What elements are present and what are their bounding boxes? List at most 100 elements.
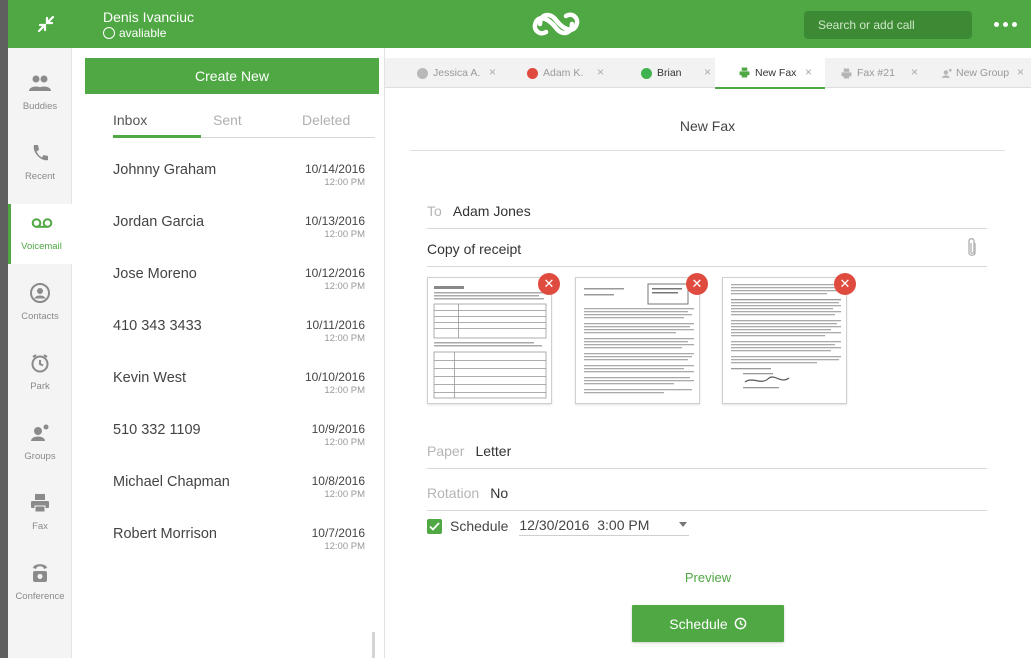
schedule-row: Schedule 12/30/2016 3:00 PM — [427, 515, 690, 537]
voicemail-item[interactable]: Jordan Garcia 10/13/2016 12:00 PM — [113, 208, 365, 260]
group-icon — [942, 68, 952, 78]
dot-icon — [993, 21, 999, 27]
nav-label: Buddies — [22, 101, 58, 112]
search-input[interactable]: Search or add call — [804, 11, 972, 39]
nav-item-recent[interactable]: Recent — [8, 134, 72, 194]
chevron-down-icon — [679, 522, 688, 527]
nav-item-voicemail[interactable]: Voicemail — [8, 204, 72, 264]
more-menu-button[interactable] — [990, 14, 1020, 34]
close-icon[interactable]: × — [805, 65, 812, 79]
voicemail-date: 10/14/2016 — [304, 162, 365, 176]
paperclip-icon[interactable] — [965, 237, 979, 259]
close-icon[interactable]: × — [489, 65, 496, 79]
tab-sent[interactable]: Sent — [213, 112, 242, 128]
conference-icon — [27, 560, 53, 586]
nav-item-buddies[interactable]: Buddies — [8, 64, 72, 124]
voicemail-item[interactable]: 410 343 3433 10/11/2016 12:00 PM — [113, 312, 365, 364]
voicemail-item[interactable]: Johnny Graham 10/14/2016 12:00 PM — [113, 156, 365, 208]
nav-item-fax[interactable]: Fax — [8, 484, 72, 544]
tab-fax-21[interactable]: Fax #21 × — [825, 58, 925, 88]
attachment-thumbnail[interactable] — [427, 277, 552, 404]
nav-label: Conference — [15, 591, 65, 602]
close-icon[interactable]: × — [704, 65, 711, 79]
tab-brian[interactable]: Brian × — [641, 58, 713, 88]
nav-label: Park — [30, 381, 50, 392]
voicemail-caller: Robert Morrison — [113, 526, 217, 542]
preview-link[interactable]: Preview — [632, 570, 784, 585]
phone-icon — [27, 140, 53, 166]
close-icon[interactable]: × — [1017, 65, 1024, 79]
voicemail-caller: Jordan Garcia — [113, 214, 205, 230]
rotation-label: Rotation — [427, 485, 480, 501]
schedule-datetime-select[interactable]: 12/30/2016 3:00 PM — [519, 516, 690, 536]
tab-inbox[interactable]: Inbox — [113, 112, 147, 128]
left-nav: Buddies Recent Voicemail Contacts Park G… — [8, 48, 72, 658]
rotation-field[interactable]: Rotation No — [427, 481, 987, 511]
tab-label: New Fax — [755, 66, 797, 79]
voicemail-caller: Jose Moreno — [113, 266, 197, 282]
nav-item-park[interactable]: Park — [8, 344, 72, 404]
tab-deleted[interactable]: Deleted — [302, 112, 350, 128]
voicemail-panel: Create New Inbox Sent Deleted Johnny Gra… — [85, 58, 379, 658]
tab-label: Brian — [657, 67, 682, 79]
voicemail-date: 10/9/2016 — [311, 422, 365, 436]
presence-icon — [641, 67, 652, 79]
user-status[interactable]: avaliable — [103, 26, 194, 40]
fax-icon — [841, 68, 852, 78]
paper-label: Paper — [427, 443, 465, 459]
status-dot-icon — [103, 27, 115, 39]
schedule-button[interactable]: Schedule — [632, 605, 784, 642]
tab-jessica[interactable]: Jessica A. × — [417, 58, 527, 88]
voicemail-caller: Kevin West — [113, 370, 187, 386]
attachment-thumbnail[interactable] — [575, 277, 700, 404]
close-icon[interactable]: × — [597, 65, 604, 79]
voicemail-caller: Johnny Graham — [113, 162, 217, 178]
remove-attachment-button[interactable]: ✕ — [834, 273, 856, 295]
nav-item-groups[interactable]: Groups — [8, 414, 72, 474]
voicemail-item[interactable]: Kevin West 10/10/2016 12:00 PM — [113, 364, 365, 416]
paper-field[interactable]: Paper Letter — [427, 439, 987, 469]
schedule-checkbox[interactable] — [427, 518, 442, 534]
voicemail-item[interactable]: Michael Chapman 10/8/2016 12:00 PM — [113, 468, 365, 520]
nav-label: Contacts — [21, 311, 59, 322]
page-title: New Fax — [679, 118, 736, 134]
create-new-button[interactable]: Create New — [85, 58, 379, 94]
nav-label: Voicemail — [21, 241, 62, 252]
subject-field[interactable]: Copy of receipt — [427, 237, 987, 267]
voicemail-caller: 410 343 3433 — [113, 318, 202, 334]
nav-item-contacts[interactable]: Contacts — [8, 274, 72, 334]
scrollbar[interactable] — [372, 632, 375, 658]
contact-icon — [27, 280, 53, 306]
user-name: Denis Ivanciuc — [103, 9, 195, 25]
schedule-datetime-value: 12/30/2016 3:00 PM — [519, 516, 650, 533]
voicemail-caller: Michael Chapman — [113, 474, 230, 490]
busy-icon — [527, 67, 538, 79]
collapse-button[interactable] — [8, 0, 84, 48]
remove-attachment-button[interactable]: ✕ — [538, 273, 560, 295]
remove-attachment-button[interactable]: ✕ — [686, 273, 708, 295]
tab-new-fax[interactable]: New Fax × — [715, 58, 825, 89]
tab-new-group[interactable]: New Group × — [931, 58, 1031, 88]
buddies-icon — [27, 70, 53, 96]
close-icon[interactable]: × — [911, 65, 918, 79]
voicemail-date: 10/12/2016 — [304, 266, 365, 280]
voicemail-icon — [29, 210, 55, 236]
schedule-label: Schedule — [450, 518, 509, 534]
voicemail-item[interactable]: Robert Morrison 10/7/2016 12:00 PM — [113, 520, 365, 572]
voicemail-tabs: Inbox Sent Deleted — [113, 106, 375, 138]
tab-adam[interactable]: Adam K. × — [527, 58, 612, 88]
voicemail-date: 10/7/2016 — [311, 526, 365, 540]
nav-item-conference[interactable]: Conference — [8, 554, 72, 614]
document-preview-icon — [731, 284, 841, 389]
to-field[interactable]: To Adam Jones — [427, 199, 987, 229]
clock-icon — [734, 617, 747, 630]
voicemail-item[interactable]: 510 332 1109 10/9/2016 12:00 PM — [113, 416, 365, 468]
schedule-button-label: Schedule — [669, 615, 728, 632]
attachment-thumbnail[interactable] — [722, 277, 847, 404]
user-profile[interactable]: Denis Ivanciuc avaliable — [103, 9, 194, 40]
voicemail-date: 10/11/2016 — [305, 318, 365, 332]
fax-icon — [739, 67, 750, 78]
nav-label: Fax — [32, 521, 48, 532]
voicemail-item[interactable]: Jose Moreno 10/12/2016 12:00 PM — [113, 260, 365, 312]
conversation-tabs: Jessica A. × Adam K. × Brian × New Fax ×… — [385, 58, 1031, 89]
